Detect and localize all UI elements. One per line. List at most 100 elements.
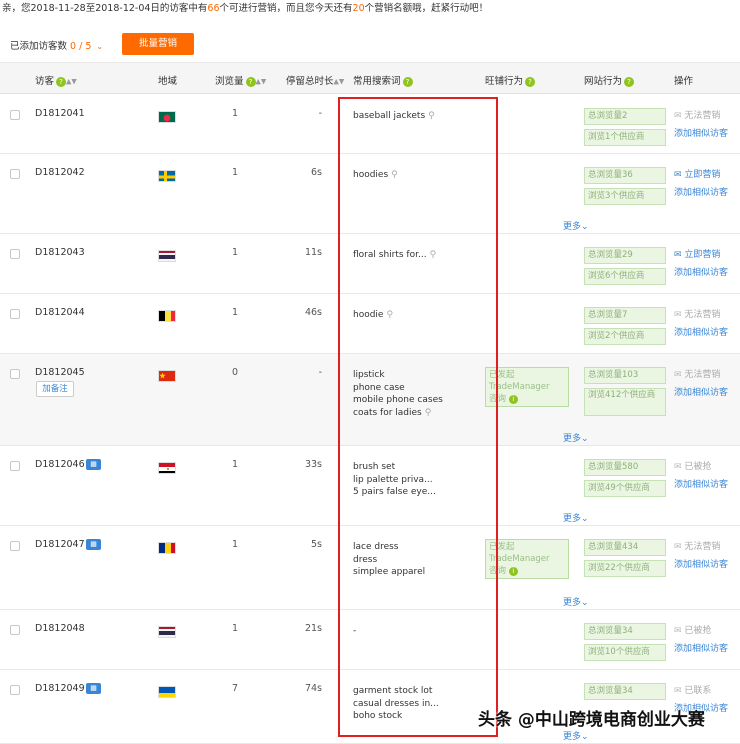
row-checkbox[interactable] (10, 309, 20, 319)
keyword-item[interactable]: dress (353, 554, 425, 567)
add-note-button[interactable]: 加备注 (36, 381, 74, 397)
more-link[interactable]: 更多⌄ (563, 595, 589, 608)
search-icon[interactable]: ⚲ (386, 310, 393, 320)
keyword-item[interactable]: - (353, 625, 356, 638)
business-card-icon[interactable]: ▦ (86, 459, 101, 470)
business-card-icon[interactable]: ▦ (86, 539, 101, 550)
keyword-item[interactable]: lip palette priva... (353, 474, 436, 487)
row-checkbox[interactable] (10, 110, 20, 120)
added-count: 0 / 5 (70, 41, 92, 52)
keyword-item[interactable]: hoodie ⚲ (353, 309, 393, 322)
keyword-item[interactable]: brush set (353, 461, 436, 474)
sort-icon: ▲▼ (255, 77, 267, 86)
envelope-icon: ✉ (674, 542, 682, 552)
add-similar-visitor-link[interactable]: 添加相似访客 (674, 185, 728, 198)
more-link[interactable]: 更多⌄ (563, 729, 589, 742)
add-similar-visitor-link[interactable]: 添加相似访客 (674, 641, 728, 654)
marketing-action[interactable]: ✉ 立即营销 (674, 167, 720, 180)
visitor-id[interactable]: D1812049 (35, 683, 85, 694)
total-views-badge: 总浏览量34 (584, 623, 666, 640)
total-views-badge: 总浏览量34 (584, 683, 666, 700)
stay-duration: 11s (304, 247, 322, 258)
row-checkbox[interactable] (10, 541, 20, 551)
chevron-down-icon: ⌄ (581, 732, 589, 742)
keyword-item[interactable]: 5 pairs false eye... (353, 486, 436, 499)
total-views-badge: 总浏览量7 (584, 307, 666, 324)
search-icon[interactable]: ⚲ (430, 250, 437, 260)
keyword-list: brush set lip palette priva... 5 pairs fal… (353, 461, 436, 499)
row-checkbox[interactable] (10, 461, 20, 471)
keyword-item[interactable]: phone case (353, 382, 443, 395)
visitor-id[interactable]: D1812043 (35, 247, 85, 258)
suppliers-badge: 浏览10个供应商 (584, 644, 666, 661)
row-checkbox[interactable] (10, 369, 20, 379)
marketing-action[interactable]: ✉ 立即营销 (674, 247, 720, 260)
col-region: 地域 (158, 76, 178, 87)
row-checkbox[interactable] (10, 625, 20, 635)
marketing-action: ✉ 已联系 (674, 686, 712, 696)
visitor-id[interactable]: D1812045 (35, 367, 85, 378)
add-similar-visitor-link[interactable]: 添加相似访客 (674, 385, 728, 398)
keyword-item[interactable]: boho stock (353, 710, 439, 723)
search-icon[interactable]: ⚲ (425, 408, 432, 418)
row-checkbox[interactable] (10, 169, 20, 179)
stay-duration: 6s (311, 167, 322, 178)
search-icon[interactable]: ⚲ (391, 170, 398, 180)
keyword-item[interactable]: mobile phone cases (353, 394, 443, 407)
visitor-id[interactable]: D1812041 (35, 108, 85, 119)
row-checkbox[interactable] (10, 685, 20, 695)
keyword-item[interactable]: hoodies ⚲ (353, 169, 398, 182)
flag-icon-sweden (158, 170, 176, 182)
keyword-item[interactable]: floral shirts for... ⚲ (353, 249, 436, 262)
keyword-item[interactable]: baseball jackets ⚲ (353, 110, 435, 123)
visitor-id[interactable]: D1812044 (35, 307, 85, 318)
keyword-item[interactable]: garment stock lot (353, 685, 439, 698)
more-link[interactable]: 更多⌄ (563, 219, 589, 232)
col-keywords: 常用搜索词? (353, 73, 413, 87)
total-views-badge: 总浏览量2 (584, 108, 666, 125)
marketing-action: ✉ 无法营销 (674, 370, 721, 380)
add-similar-visitor-link[interactable]: 添加相似访客 (674, 557, 728, 570)
marketing-action: ✉ 已被抢 (674, 626, 712, 636)
stay-duration: 74s (304, 683, 322, 694)
search-icon[interactable]: ⚲ (428, 111, 435, 121)
help-icon: ? (56, 76, 67, 87)
col-visitor[interactable]: 访客? ▲▼ (35, 73, 77, 87)
add-similar-visitor-link[interactable]: 添加相似访客 (674, 126, 728, 139)
envelope-icon: ✉ (674, 462, 682, 472)
notice-suffix: 个营销名额哦，赶紧行动吧！ (364, 3, 489, 14)
table-row: D1812045 加备注 0 - lipstick phone case mobile ph… (0, 354, 740, 446)
keyword-list: garment stock lot casual dresses in... boh… (353, 685, 439, 723)
info-icon: i (508, 395, 518, 404)
table-row: D1812043 1 11s floral shirts for... ⚲ 总浏览量29 浏… (0, 234, 740, 294)
stay-duration: 46s (304, 307, 322, 318)
row-checkbox[interactable] (10, 249, 20, 259)
suppliers-badge: 浏览3个供应商 (584, 188, 666, 205)
keyword-item[interactable]: simplee apparel (353, 566, 425, 579)
keyword-item[interactable]: lipstick (353, 369, 443, 382)
add-similar-visitor-link[interactable]: 添加相似访客 (674, 265, 728, 278)
col-views[interactable]: 浏览量? ▲▼ (215, 73, 266, 87)
chevron-down-icon: ⌄ (581, 514, 589, 524)
add-similar-visitor-link[interactable]: 添加相似访客 (674, 477, 728, 490)
keyword-list: baseball jackets ⚲ (353, 110, 435, 123)
col-stay[interactable]: 停留总时长▲▼ (286, 73, 344, 87)
keyword-list: - (353, 625, 356, 638)
more-link[interactable]: 更多⌄ (563, 431, 589, 444)
flag-icon-romania (158, 542, 176, 554)
total-views-badge: 总浏览量434 (584, 539, 666, 556)
envelope-icon: ✉ (674, 170, 682, 180)
visitor-id[interactable]: D1812046 (35, 459, 85, 470)
keyword-item[interactable]: casual dresses in... (353, 698, 439, 711)
visitor-id[interactable]: D1812047 (35, 539, 85, 550)
flag-icon-egypt (158, 462, 176, 474)
business-card-icon[interactable]: ▦ (86, 683, 101, 694)
visitor-id[interactable]: D1812048 (35, 623, 85, 634)
keyword-item[interactable]: lace dress (353, 541, 425, 554)
added-visitors[interactable]: 已添加访客数 0 / 5 ⌄ (10, 38, 103, 52)
add-similar-visitor-link[interactable]: 添加相似访客 (674, 325, 728, 338)
visitor-id[interactable]: D1812042 (35, 167, 85, 178)
keyword-item[interactable]: coats for ladies ⚲ (353, 407, 443, 420)
bulk-marketing-button[interactable]: 批量营销 (122, 33, 194, 55)
more-link[interactable]: 更多⌄ (563, 511, 589, 524)
